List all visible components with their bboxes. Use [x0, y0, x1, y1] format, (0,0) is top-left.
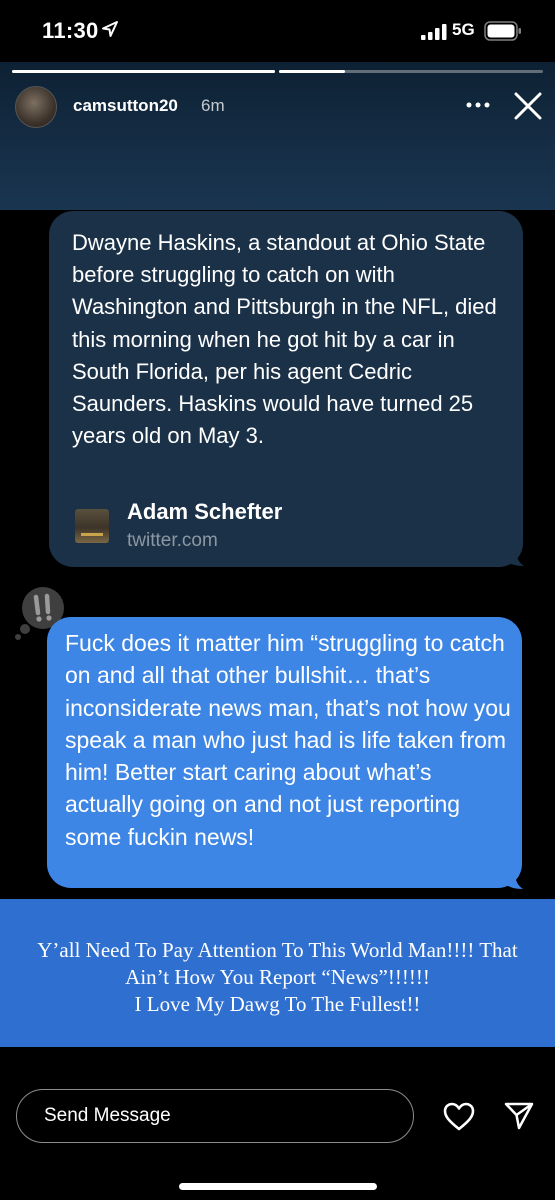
- tweet-text: Dwayne Haskins, a standout at Ohio State…: [72, 230, 497, 449]
- shared-tweet-bubble[interactable]: Dwayne Haskins, a standout at Ohio State…: [49, 211, 523, 567]
- story-progress-fill: [12, 70, 275, 73]
- story-time-ago: 6m: [201, 96, 225, 115]
- home-indicator: [179, 1183, 377, 1190]
- send-message-input[interactable]: Send Message: [16, 1089, 414, 1143]
- reply-message-bubble[interactable]: Fuck does it matter him “struggling to c…: [47, 617, 522, 888]
- status-time: 11:30: [42, 18, 99, 43]
- status-bar: 11:30 5G: [0, 0, 555, 62]
- reply-bubble-tail: [505, 865, 523, 889]
- tweet-author-thumbnail: [75, 509, 109, 543]
- location-arrow-icon: [102, 21, 118, 37]
- story-header-background: [0, 62, 555, 210]
- caption-line: Y’all Need To Pay Attention To This Worl…: [37, 938, 518, 962]
- tweet-bubble-tail: [506, 542, 524, 566]
- cellular-signal-icon: [421, 24, 447, 40]
- paper-plane-icon[interactable]: [504, 1101, 534, 1131]
- story-progress-segment: [12, 70, 275, 73]
- tweet-domain: twitter.com: [127, 530, 218, 551]
- network-type: 5G: [452, 20, 475, 39]
- story-caption: Y’all Need To Pay Attention To This Worl…: [0, 937, 555, 1018]
- close-icon[interactable]: [514, 92, 542, 120]
- story-progress-fill: [279, 70, 345, 73]
- story-progress-segment: [279, 70, 543, 73]
- heart-icon[interactable]: [443, 1102, 475, 1131]
- story-progress-bar: [12, 70, 543, 73]
- tweet-author: Adam Schefter: [127, 499, 283, 524]
- send-message-placeholder: Send Message: [44, 1105, 171, 1126]
- reply-text: Fuck does it matter him “struggling to c…: [65, 630, 511, 850]
- profile-avatar[interactable]: [15, 86, 57, 128]
- battery-icon: [484, 21, 521, 41]
- story-username[interactable]: camsutton20: [73, 96, 178, 116]
- caption-line: I Love My Dawg To The Fullest!!: [134, 992, 421, 1016]
- story-caption-box: Y’all Need To Pay Attention To This Worl…: [0, 899, 555, 1047]
- more-dots-icon[interactable]: [466, 102, 490, 108]
- caption-line: Ain’t How You Report “News”!!!!!!: [125, 965, 430, 989]
